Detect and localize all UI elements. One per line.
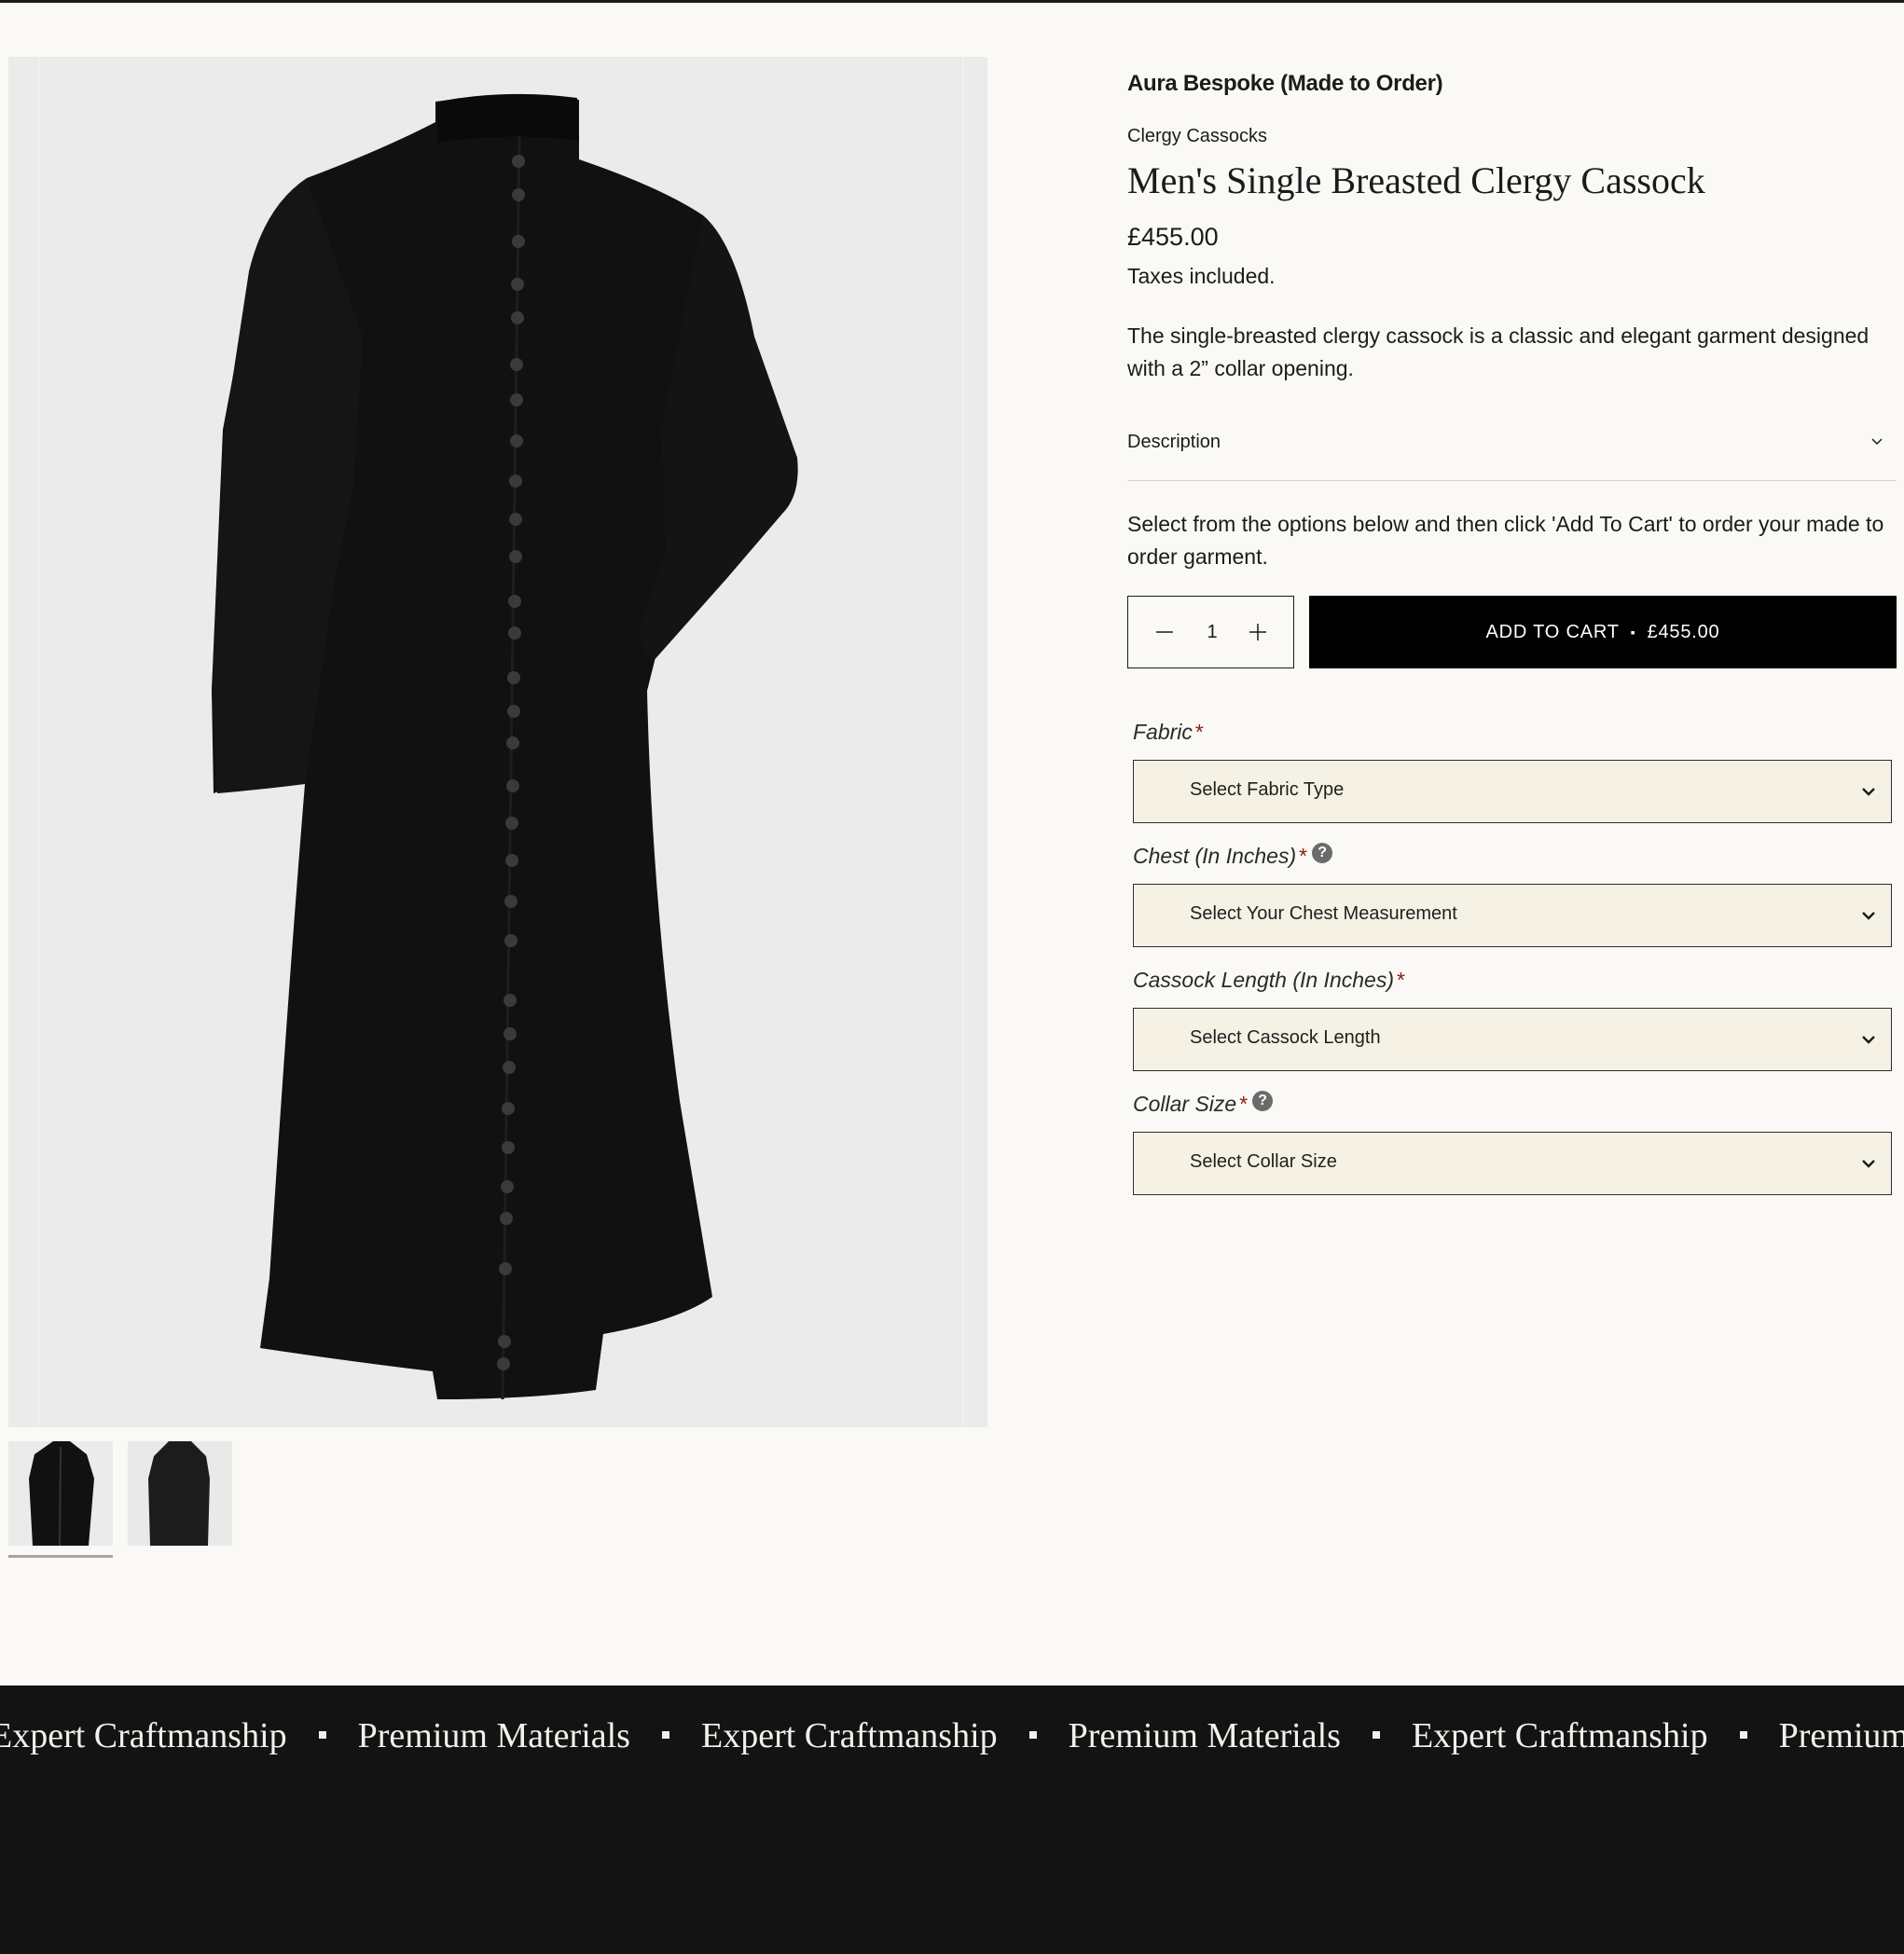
description-accordion[interactable]: Description [1127,415,1897,481]
chevron-down-icon [1862,788,1875,796]
add-to-cart-label: ADD TO CART [1485,621,1620,642]
chest-select[interactable]: Select Your Chest Measurement [1133,884,1892,947]
separator-dot [318,1731,326,1740]
cassock-length-select[interactable]: Select Cassock Length [1133,1008,1892,1071]
chevron-down-icon [1862,1036,1875,1044]
thumbnail-back[interactable] [128,1441,232,1546]
chevron-down-icon [1871,438,1883,446]
chest-label: Chest (In Inches) * ? [1133,842,1333,869]
product-main-image[interactable] [8,57,987,1427]
marquee-track: Expert Craftmanship Premium Materials Expe… [0,1715,1904,1756]
help-icon[interactable]: ? [1252,1090,1274,1111]
collar-size-label: Collar Size * ? [1133,1090,1274,1117]
chevron-down-icon [1862,912,1875,920]
plus-icon[interactable] [1245,619,1271,645]
fabric-label-text: Fabric [1133,720,1193,744]
top-rule [0,0,1904,3]
required-marker: * [1193,720,1203,744]
marquee-item: Expert Craftmanship [700,1716,998,1755]
help-icon[interactable]: ? [1312,842,1333,863]
marquee-item: Premium Materials [1068,1716,1341,1755]
tax-note: Taxes included. [1127,264,1276,288]
product-collection[interactable]: Clergy Cassocks [1127,126,1267,147]
cassock-illustration [212,93,798,1400]
separator-dot [1372,1731,1380,1740]
thumbnail-front-image [29,1441,94,1546]
separator-dot [1028,1731,1037,1740]
separator-dot [1739,1731,1747,1740]
fabric-select[interactable]: Select Fabric Type [1133,760,1892,823]
cassock-length-label-text: Cassock Length (In Inches) [1133,968,1394,992]
chevron-down-icon [1862,1160,1875,1168]
minus-icon[interactable] [1152,619,1178,645]
chest-select-value: Select Your Chest Measurement [1190,903,1457,924]
required-marker: * [1298,844,1307,868]
accordion-label: Description [1127,432,1221,452]
product-title: Men's Single Breasted Clergy Cassock [1127,159,1705,201]
product-price: £455.00 [1127,223,1219,251]
chest-label-text: Chest (In Inches) [1133,844,1297,868]
marquee-item: Premium Materials [357,1716,630,1755]
cassock-length-select-value: Select Cassock Length [1190,1027,1381,1048]
order-instructions: Select from the options below and then c… [1127,512,1884,569]
separator-dot [661,1731,669,1740]
fabric-select-value: Select Fabric Type [1190,779,1345,800]
thumbnail-front[interactable] [8,1441,113,1546]
active-thumbnail-indicator [8,1555,113,1558]
marquee-item: Expert Craftmanship [0,1716,287,1755]
marquee-item: Premium [1778,1716,1904,1755]
required-marker: * [1395,968,1404,992]
fabric-label: Fabric * [1133,720,1203,745]
thumbnail-back-image [148,1441,210,1546]
marquee-banner: Expert Craftmanship Premium Materials Expe… [0,1686,1904,1954]
quantity-input[interactable] [1184,619,1240,645]
cassock-length-label: Cassock Length (In Inches) * [1133,968,1404,993]
collar-size-select-value: Select Collar Size [1190,1151,1337,1172]
quantity-stepper [1127,596,1294,668]
collar-size-label-text: Collar Size [1133,1092,1237,1116]
add-to-cart-separator: ▪ [1630,625,1636,640]
collar-size-select[interactable]: Select Collar Size [1133,1132,1892,1195]
add-to-cart-button[interactable]: ADD TO CART ▪ £455.00 [1309,596,1897,668]
product-blurb: The single-breasted clergy cassock is a … [1127,323,1870,380]
required-marker: * [1238,1092,1248,1116]
marquee-item: Expert Craftmanship [1411,1716,1708,1755]
product-vendor: Aura Bespoke (Made to Order) [1127,71,1443,96]
add-to-cart-price: £455.00 [1647,621,1720,642]
